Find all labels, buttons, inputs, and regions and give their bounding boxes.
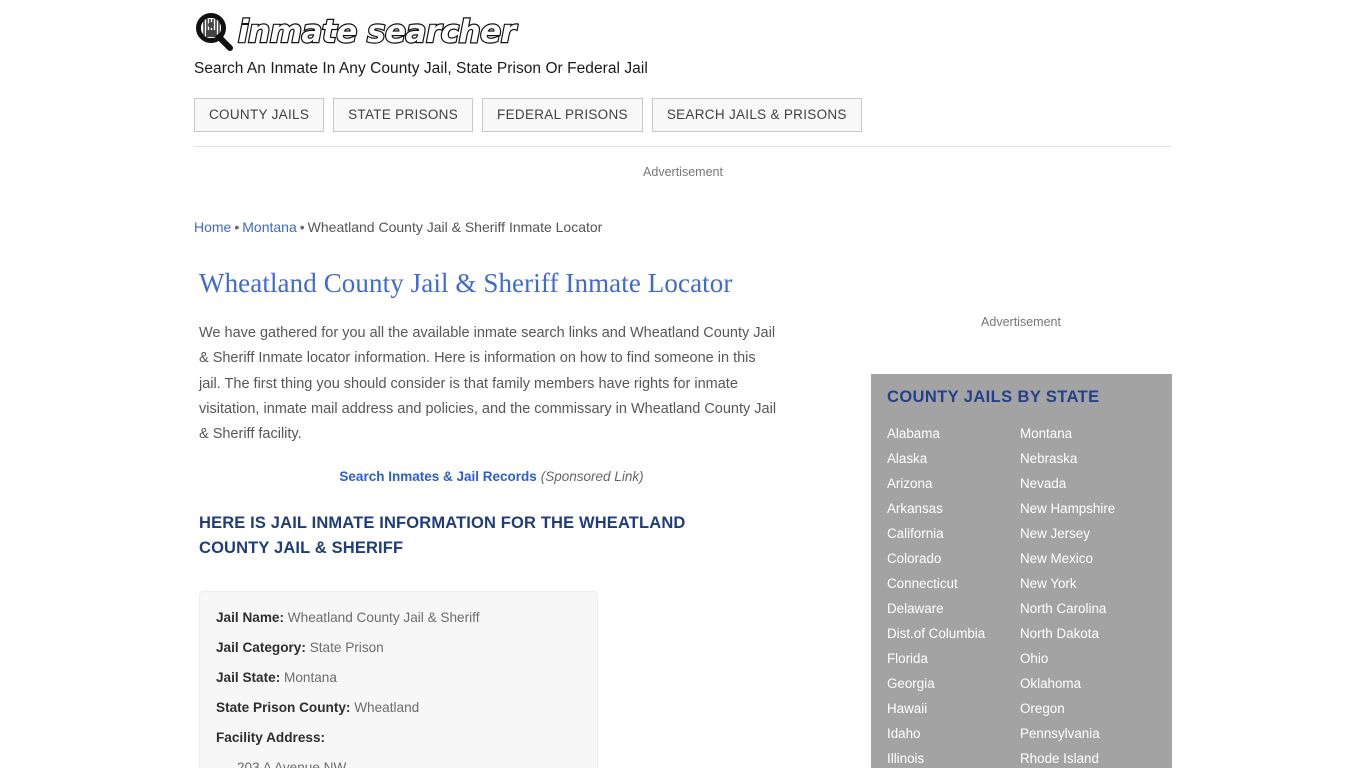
state-link-new-york[interactable]: New York [1020,571,1153,596]
top-advertisement-label: Advertisement [643,165,723,179]
page-title: Wheatland County Jail & Sheriff Inmate L… [199,268,733,298]
info-label-jail-name: Jail Name: [216,610,285,626]
info-value-jail-name: Wheatland County Jail & Sheriff [287,610,480,626]
state-link-illinois[interactable]: Illinois [887,746,1020,768]
state-link-north-dakota[interactable]: North Dakota [1020,621,1153,646]
state-link-alabama[interactable]: Alabama [887,421,1020,446]
state-link-pennsylvania[interactable]: Pennsylvania [1020,721,1153,746]
main-content: Wheatland County Jail & Sheriff Inmate L… [199,266,799,768]
state-link-hawaii[interactable]: Hawaii [887,696,1020,721]
state-link-colorado[interactable]: Colorado [887,546,1020,571]
state-columns: Alabama Alaska Arizona Arkansas California Co… [887,421,1156,768]
county-jails-by-state-panel: COUNTY JAILS BY STATE Alabama Alaska Arizo… [871,374,1172,768]
breadcrumb: Home • Montana • Wheatland County Jail & She… [194,219,602,235]
info-value-jail-state: Montana [284,670,337,686]
jail-info-box: Jail Name: Wheatland County Jail & Sheri… [199,591,598,768]
state-link-florida[interactable]: Florida [887,646,1020,671]
breadcrumb-separator-2: • [299,219,305,235]
breadcrumb-current: Wheatland County Jail & Sheriff Inmate L… [307,219,603,235]
info-row-jail-category: Jail Category: State Prison [216,639,581,656]
info-label-jail-state: Jail State: [216,670,281,686]
sponsored-note: (Sponsored Link) [540,469,644,485]
state-link-ohio[interactable]: Ohio [1020,646,1153,671]
state-link-rhode-island[interactable]: Rhode Island [1020,746,1153,768]
info-value-state-prison-county: Wheatland [354,700,420,716]
logo-wordmark: inmate searcher [237,13,517,51]
state-link-alaska[interactable]: Alaska [887,446,1020,471]
state-link-nebraska[interactable]: Nebraska [1020,446,1153,471]
state-link-arizona[interactable]: Arizona [887,471,1020,496]
state-column-left: Alabama Alaska Arizona Arkansas California Co… [887,421,1020,768]
state-link-delaware[interactable]: Delaware [887,596,1020,621]
state-link-connecticut[interactable]: Connecticut [887,571,1020,596]
breadcrumb-separator-1: • [234,219,240,235]
nav-item-search-jails-prisons[interactable]: SEARCH JAILS & PRISONS [651,98,862,132]
state-link-nevada[interactable]: Nevada [1020,471,1153,496]
info-row-jail-name: Jail Name: Wheatland County Jail & Sheri… [216,609,581,626]
section-heading: HERE IS JAIL INMATE INFORMATION FOR THE … [199,514,686,558]
info-label-state-prison-county: State Prison County: [216,700,351,716]
intro-paragraph: We have gathered for you all the availab… [199,325,777,443]
sidebar-advertisement-label: Advertisement [981,315,1061,329]
info-row-facility-address: Facility Address: [216,729,581,746]
state-link-idaho[interactable]: Idaho [887,721,1020,746]
main-navigation: COUNTY JAILS STATE PRISONS FEDERAL PRISO… [194,98,862,132]
state-link-new-mexico[interactable]: New Mexico [1020,546,1153,571]
site-logo[interactable]: inmate searcher [194,10,1172,54]
state-link-new-jersey[interactable]: New Jersey [1020,521,1153,546]
breadcrumb-home[interactable]: Home [194,219,231,235]
sponsored-link-row: Search Inmates & Jail Records (Sponsored … [199,469,784,484]
info-value-jail-category: State Prison [309,640,384,656]
state-link-montana[interactable]: Montana [1020,421,1153,446]
state-link-north-carolina[interactable]: North Carolina [1020,596,1153,621]
state-link-dist-of-columbia[interactable]: Dist.of Columbia [887,621,1020,646]
state-link-georgia[interactable]: Georgia [887,671,1020,696]
breadcrumb-state[interactable]: Montana [242,219,296,235]
page-root: inmate searcher Search An Inmate In Any … [0,0,1366,768]
state-link-california[interactable]: California [887,521,1020,546]
sidebar-title: COUNTY JAILS BY STATE [887,388,1100,406]
nav-item-county-jails[interactable]: COUNTY JAILS [194,98,325,132]
state-link-oklahoma[interactable]: Oklahoma [1020,671,1153,696]
header-divider [194,146,1172,147]
info-row-jail-state: Jail State: Montana [216,669,581,686]
info-row-state-prison-county: State Prison County: Wheatland [216,699,581,716]
info-label-facility-address: Facility Address: [216,730,326,746]
nav-item-federal-prisons[interactable]: FEDERAL PRISONS [482,98,643,132]
facility-address-line-1: 203 A Avenue NW [237,760,347,768]
info-label-jail-category: Jail Category: [216,640,306,656]
search-inmates-jail-records-link[interactable]: Search Inmates & Jail Records [339,469,536,484]
nav-item-state-prisons[interactable]: STATE PRISONS [333,98,474,132]
state-link-oregon[interactable]: Oregon [1020,696,1153,721]
state-link-arkansas[interactable]: Arkansas [887,496,1020,521]
site-tagline: Search An Inmate In Any County Jail, Sta… [194,60,648,77]
state-column-right: Montana Nebraska Nevada New Hampshire New Je… [1020,421,1153,768]
site-header: inmate searcher Search An Inmate In Any … [194,10,1172,78]
state-link-new-hampshire[interactable]: New Hampshire [1020,496,1153,521]
magnifying-glass-jail-icon [194,12,234,52]
